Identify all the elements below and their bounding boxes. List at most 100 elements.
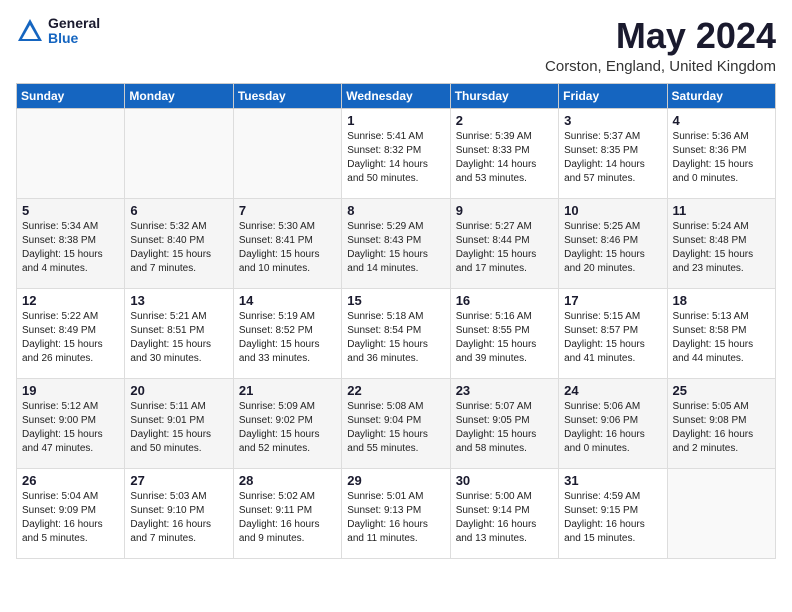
day-number: 30 <box>456 473 553 488</box>
day-info: Sunrise: 5:07 AMSunset: 9:05 PMDaylight:… <box>456 400 553 456</box>
calendar-cell: 1 Sunrise: 5:41 AMSunset: 8:32 PMDaylight… <box>342 108 450 198</box>
week-row-4: 19 Sunrise: 5:12 AMSunset: 9:00 PMDayligh… <box>17 378 776 468</box>
title-block: May 2024 Corston, England, United Kingdo… <box>545 16 776 75</box>
day-info: Sunrise: 5:09 AMSunset: 9:02 PMDaylight:… <box>239 400 336 456</box>
day-info: Sunrise: 5:29 AMSunset: 8:43 PMDaylight:… <box>347 220 444 276</box>
day-number: 16 <box>456 293 553 308</box>
day-number: 1 <box>347 113 444 128</box>
day-info: Sunrise: 5:36 AMSunset: 8:36 PMDaylight:… <box>673 130 770 186</box>
logo-icon <box>16 17 44 45</box>
day-info: Sunrise: 5:12 AMSunset: 9:00 PMDaylight:… <box>22 400 119 456</box>
day-number: 8 <box>347 203 444 218</box>
day-info: Sunrise: 5:02 AMSunset: 9:11 PMDaylight:… <box>239 490 336 546</box>
day-info: Sunrise: 5:05 AMSunset: 9:08 PMDaylight:… <box>673 400 770 456</box>
location-text: Corston, England, United Kingdom <box>545 58 776 75</box>
day-info: Sunrise: 5:01 AMSunset: 9:13 PMDaylight:… <box>347 490 444 546</box>
calendar-cell <box>233 108 341 198</box>
header-cell-saturday: Saturday <box>667 83 775 108</box>
calendar-cell: 2Sunrise: 5:39 AMSunset: 8:33 PMDaylight… <box>450 108 558 198</box>
calendar-cell: 11 Sunrise: 5:24 AMSunset: 8:48 PMDayligh… <box>667 198 775 288</box>
day-info: Sunrise: 4:59 AMSunset: 9:15 PMDaylight:… <box>564 490 661 546</box>
day-info: Sunrise: 5:04 AMSunset: 9:09 PMDaylight:… <box>22 490 119 546</box>
calendar-cell <box>125 108 233 198</box>
day-info: Sunrise: 5:37 AMSunset: 8:35 PMDaylight:… <box>564 130 661 186</box>
day-info: Sunrise: 5:24 AMSunset: 8:48 PMDaylight:… <box>673 220 770 276</box>
month-title: May 2024 <box>545 16 776 56</box>
day-info: Sunrise: 5:22 AMSunset: 8:49 PMDaylight:… <box>22 310 119 366</box>
day-number: 14 <box>239 293 336 308</box>
calendar-cell: 20Sunrise: 5:11 AMSunset: 9:01 PMDayligh… <box>125 378 233 468</box>
day-number: 29 <box>347 473 444 488</box>
logo-general-text: General <box>48 16 100 31</box>
day-number: 4 <box>673 113 770 128</box>
day-number: 31 <box>564 473 661 488</box>
day-info: Sunrise: 5:21 AMSunset: 8:51 PMDaylight:… <box>130 310 227 366</box>
day-number: 10 <box>564 203 661 218</box>
calendar-cell: 16Sunrise: 5:16 AMSunset: 8:55 PMDayligh… <box>450 288 558 378</box>
calendar-cell: 5Sunrise: 5:34 AMSunset: 8:38 PMDaylight… <box>17 198 125 288</box>
calendar-cell: 6Sunrise: 5:32 AMSunset: 8:40 PMDaylight… <box>125 198 233 288</box>
calendar-cell <box>667 468 775 558</box>
day-info: Sunrise: 5:41 AMSunset: 8:32 PMDaylight:… <box>347 130 444 186</box>
page-header: General Blue May 2024 Corston, England, … <box>16 16 776 75</box>
calendar-cell: 4 Sunrise: 5:36 AMSunset: 8:36 PMDaylight… <box>667 108 775 198</box>
calendar-cell: 17 Sunrise: 5:15 AMSunset: 8:57 PMDayligh… <box>559 288 667 378</box>
day-info: Sunrise: 5:34 AMSunset: 8:38 PMDaylight:… <box>22 220 119 276</box>
calendar-header: SundayMondayTuesdayWednesdayThursdayFrid… <box>17 83 776 108</box>
calendar-cell: 18 Sunrise: 5:13 AMSunset: 8:58 PMDayligh… <box>667 288 775 378</box>
day-number: 27 <box>130 473 227 488</box>
calendar-cell: 27 Sunrise: 5:03 AMSunset: 9:10 PMDayligh… <box>125 468 233 558</box>
calendar-cell: 23 Sunrise: 5:07 AMSunset: 9:05 PMDayligh… <box>450 378 558 468</box>
calendar-cell: 21 Sunrise: 5:09 AMSunset: 9:02 PMDayligh… <box>233 378 341 468</box>
logo: General Blue <box>16 16 100 47</box>
day-number: 19 <box>22 383 119 398</box>
day-info: Sunrise: 5:13 AMSunset: 8:58 PMDaylight:… <box>673 310 770 366</box>
calendar-cell: 13 Sunrise: 5:21 AMSunset: 8:51 PMDayligh… <box>125 288 233 378</box>
calendar-cell: 29 Sunrise: 5:01 AMSunset: 9:13 PMDayligh… <box>342 468 450 558</box>
logo-blue-text: Blue <box>48 31 100 46</box>
day-number: 12 <box>22 293 119 308</box>
day-info: Sunrise: 5:19 AMSunset: 8:52 PMDaylight:… <box>239 310 336 366</box>
calendar-cell: 31 Sunrise: 4:59 AMSunset: 9:15 PMDayligh… <box>559 468 667 558</box>
day-info: Sunrise: 5:08 AMSunset: 9:04 PMDaylight:… <box>347 400 444 456</box>
day-info: Sunrise: 5:06 AMSunset: 9:06 PMDaylight:… <box>564 400 661 456</box>
calendar-cell <box>17 108 125 198</box>
day-info: Sunrise: 5:03 AMSunset: 9:10 PMDaylight:… <box>130 490 227 546</box>
day-number: 7 <box>239 203 336 218</box>
day-info: Sunrise: 5:32 AMSunset: 8:40 PMDaylight:… <box>130 220 227 276</box>
day-number: 24 <box>564 383 661 398</box>
day-info: Sunrise: 5:15 AMSunset: 8:57 PMDaylight:… <box>564 310 661 366</box>
header-cell-friday: Friday <box>559 83 667 108</box>
day-number: 28 <box>239 473 336 488</box>
day-info: Sunrise: 5:30 AMSunset: 8:41 PMDaylight:… <box>239 220 336 276</box>
calendar-cell: 12 Sunrise: 5:22 AMSunset: 8:49 PMDayligh… <box>17 288 125 378</box>
week-row-5: 26 Sunrise: 5:04 AMSunset: 9:09 PMDayligh… <box>17 468 776 558</box>
header-row: SundayMondayTuesdayWednesdayThursdayFrid… <box>17 83 776 108</box>
day-number: 23 <box>456 383 553 398</box>
calendar-cell: 22Sunrise: 5:08 AMSunset: 9:04 PMDayligh… <box>342 378 450 468</box>
calendar-cell: 7 Sunrise: 5:30 AMSunset: 8:41 PMDaylight… <box>233 198 341 288</box>
day-number: 3 <box>564 113 661 128</box>
day-info: Sunrise: 5:39 AMSunset: 8:33 PMDaylight:… <box>456 130 553 186</box>
calendar-cell: 10Sunrise: 5:25 AMSunset: 8:46 PMDayligh… <box>559 198 667 288</box>
calendar-cell: 30 Sunrise: 5:00 AMSunset: 9:14 PMDayligh… <box>450 468 558 558</box>
day-number: 17 <box>564 293 661 308</box>
header-cell-wednesday: Wednesday <box>342 83 450 108</box>
week-row-1: 1 Sunrise: 5:41 AMSunset: 8:32 PMDaylight… <box>17 108 776 198</box>
calendar-cell: 19 Sunrise: 5:12 AMSunset: 9:00 PMDayligh… <box>17 378 125 468</box>
day-number: 21 <box>239 383 336 398</box>
calendar-cell: 15Sunrise: 5:18 AMSunset: 8:54 PMDayligh… <box>342 288 450 378</box>
calendar-cell: 28 Sunrise: 5:02 AMSunset: 9:11 PMDayligh… <box>233 468 341 558</box>
calendar-body: 1 Sunrise: 5:41 AMSunset: 8:32 PMDaylight… <box>17 108 776 558</box>
day-number: 18 <box>673 293 770 308</box>
day-info: Sunrise: 5:00 AMSunset: 9:14 PMDaylight:… <box>456 490 553 546</box>
day-number: 26 <box>22 473 119 488</box>
day-number: 11 <box>673 203 770 218</box>
calendar-cell: 26 Sunrise: 5:04 AMSunset: 9:09 PMDayligh… <box>17 468 125 558</box>
day-number: 13 <box>130 293 227 308</box>
day-info: Sunrise: 5:11 AMSunset: 9:01 PMDaylight:… <box>130 400 227 456</box>
day-number: 25 <box>673 383 770 398</box>
day-number: 9 <box>456 203 553 218</box>
day-info: Sunrise: 5:18 AMSunset: 8:54 PMDaylight:… <box>347 310 444 366</box>
header-cell-thursday: Thursday <box>450 83 558 108</box>
